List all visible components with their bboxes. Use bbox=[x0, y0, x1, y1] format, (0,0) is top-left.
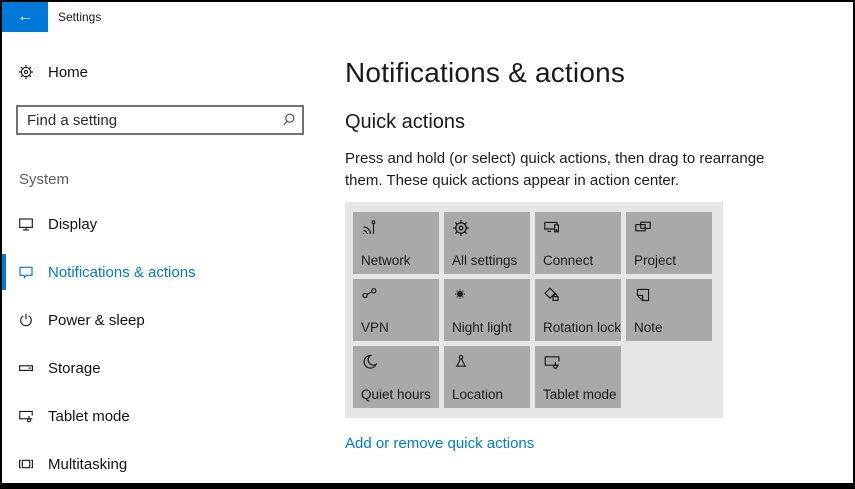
quick-action-tile-night-light[interactable]: Night light bbox=[444, 279, 530, 341]
search-input[interactable] bbox=[18, 111, 276, 129]
display-icon bbox=[18, 216, 34, 232]
sidebar-item-tablet-mode[interactable]: Tablet mode bbox=[2, 392, 345, 440]
quick-actions-description: Press and hold (or select) quick actions… bbox=[345, 150, 765, 189]
quick-action-tile-project[interactable]: Project bbox=[626, 212, 712, 274]
quick-action-tile-all-settings[interactable]: All settings bbox=[444, 212, 530, 274]
quick-action-tile-location[interactable]: Location bbox=[444, 346, 530, 408]
tablet-mode-icon bbox=[543, 353, 561, 371]
tile-label: VPN bbox=[361, 320, 389, 335]
search-icon[interactable] bbox=[276, 112, 302, 128]
settings-window: ← Settings Home Find a setting System Di… bbox=[2, 2, 853, 483]
search-box[interactable] bbox=[16, 105, 304, 135]
quick-action-tile-note[interactable]: Note bbox=[626, 279, 712, 341]
tile-label: Tablet mode bbox=[543, 387, 617, 402]
night-light-icon bbox=[452, 286, 470, 304]
network-icon bbox=[361, 219, 379, 237]
page-title: Notifications & actions bbox=[345, 57, 626, 88]
quick-action-tile-network[interactable]: Network bbox=[353, 212, 439, 274]
quiet-hours-icon bbox=[361, 353, 379, 371]
gear-icon bbox=[18, 64, 34, 80]
tile-label: Project bbox=[634, 253, 677, 268]
sidebar-item-label: Display bbox=[48, 215, 98, 233]
sidebar-item-home[interactable]: Home bbox=[2, 52, 345, 92]
sidebar: Home System bbox=[2, 32, 345, 483]
location-icon bbox=[452, 353, 470, 371]
power-icon bbox=[18, 312, 34, 328]
project-icon bbox=[634, 219, 652, 237]
sidebar-item-label: Tablet mode bbox=[48, 407, 130, 425]
connect-icon bbox=[543, 219, 561, 237]
tile-label: Network bbox=[361, 253, 411, 268]
window-title: Settings bbox=[58, 10, 102, 24]
storage-icon bbox=[18, 360, 34, 376]
quick-action-tile-quiet-hours[interactable]: Quiet hours bbox=[353, 346, 439, 408]
add-remove-quick-actions-link[interactable]: Add or remove quick actions bbox=[345, 435, 534, 452]
rotation-lock-icon bbox=[543, 286, 561, 304]
screenshot-frame: ← Settings Home Find a setting System Di… bbox=[0, 0, 855, 489]
sidebar-item-label: Storage bbox=[48, 359, 101, 377]
tile-label: Location bbox=[452, 387, 504, 402]
sidebar-item-storage[interactable]: Storage bbox=[2, 344, 345, 392]
notifications-icon bbox=[18, 264, 34, 280]
sidebar-item-notifications-actions[interactable]: Notifications & actions bbox=[2, 248, 345, 296]
titlebar: ← Settings bbox=[2, 2, 853, 32]
all-settings-icon bbox=[452, 219, 470, 237]
tablet-mode-icon bbox=[18, 408, 34, 424]
multitasking-icon bbox=[18, 456, 34, 472]
quick-action-tile-rotation-lock[interactable]: Rotation lock bbox=[535, 279, 621, 341]
quick-actions-heading: Quick actions bbox=[345, 111, 466, 133]
sidebar-item-label: Power & sleep bbox=[48, 311, 145, 329]
quick-actions-panel: Network All settings Connect Project VPN… bbox=[345, 202, 723, 418]
sidebar-item-label: Notifications & actions bbox=[48, 263, 196, 281]
tile-label: Connect bbox=[543, 253, 594, 268]
sidebar-section-label: System bbox=[19, 171, 70, 188]
main-content: Notifications & actions Quick actions Pr… bbox=[345, 32, 853, 483]
quick-action-tile-connect[interactable]: Connect bbox=[535, 212, 621, 274]
sidebar-home-label: Home bbox=[48, 63, 89, 81]
sidebar-item-display[interactable]: Display bbox=[2, 200, 345, 248]
vpn-icon bbox=[361, 286, 379, 304]
tile-label: Note bbox=[634, 320, 663, 335]
sidebar-item-power-sleep[interactable]: Power & sleep bbox=[2, 296, 345, 344]
tile-label: All settings bbox=[452, 253, 518, 268]
tile-label: Night light bbox=[452, 320, 513, 335]
sidebar-item-multitasking[interactable]: Multitasking bbox=[2, 440, 345, 483]
back-arrow-icon: ← bbox=[17, 8, 33, 25]
tile-label: Rotation lock bbox=[543, 320, 622, 335]
quick-action-tile-vpn[interactable]: VPN bbox=[353, 279, 439, 341]
quick-action-tile-tablet-mode[interactable]: Tablet mode bbox=[535, 346, 621, 408]
note-icon bbox=[634, 286, 652, 304]
back-button[interactable]: ← bbox=[2, 2, 48, 32]
sidebar-item-label: Multitasking bbox=[48, 455, 128, 473]
tile-label: Quiet hours bbox=[361, 387, 431, 402]
